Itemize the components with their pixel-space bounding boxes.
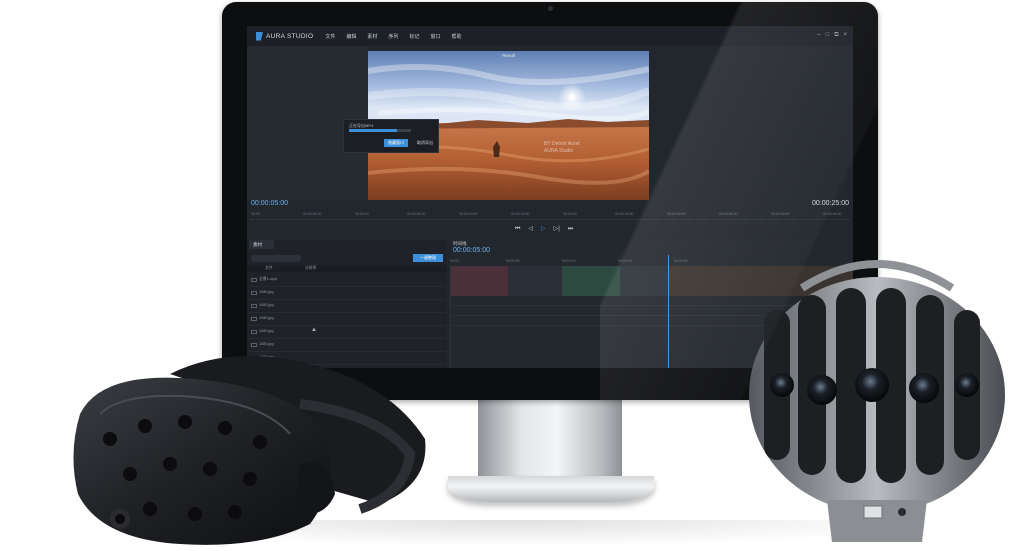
logo-icon xyxy=(256,31,263,41)
col-name: 文件 xyxy=(265,266,273,270)
current-time: 00:00:05:00 xyxy=(251,200,288,207)
product-scene: AURA STUDIO 文件 编辑 素材 序列 标记 窗口 帮助 – □ ⧉ × xyxy=(0,0,1028,551)
file-icon xyxy=(251,330,257,334)
ruler-line xyxy=(251,219,849,220)
col-info: 分辨率 xyxy=(305,266,317,270)
close-icon[interactable]: × xyxy=(843,32,847,38)
timeline-tick-label: 00:00:10 xyxy=(562,259,576,263)
ruler-tick-label: 00:00:05:00 xyxy=(303,212,322,216)
ruler-tick-label: 00:00 xyxy=(251,212,260,216)
skip-back-icon[interactable]: ⏮ xyxy=(515,226,520,233)
timeline-tick-label: 00:00:20 xyxy=(674,259,688,263)
step-back-icon[interactable]: ◁ xyxy=(528,226,533,233)
player-ruler[interactable]: 00:00 00:00:05:00 00:00:10 00:00:05:00 00:00… xyxy=(251,212,849,222)
asset-row[interactable]: 1080.jpg xyxy=(247,313,447,326)
export-progress-bar xyxy=(349,129,411,132)
360-camera xyxy=(749,260,1005,542)
total-time: 00:00:25:00 xyxy=(812,200,849,207)
ruler-tick-label: 00:00:40:00 xyxy=(771,212,790,216)
tab-assets[interactable]: 素材 xyxy=(249,240,274,249)
menu-edit[interactable]: 编辑 xyxy=(346,33,356,40)
asset-row[interactable]: 1080.jpg xyxy=(247,326,447,339)
clip-1[interactable] xyxy=(450,266,508,296)
playhead[interactable] xyxy=(668,255,669,368)
menu-marker[interactable]: 标记 xyxy=(409,33,419,40)
asset-row[interactable]: 1080.jpg xyxy=(247,287,447,300)
maximize-icon[interactable]: □ xyxy=(826,32,830,38)
asset-name: 1080.jpg xyxy=(259,316,274,320)
app-title: AURA STUDIO xyxy=(266,32,314,40)
skip-forward-icon[interactable]: ⏭ xyxy=(568,226,573,233)
ruler-tick-label: 00:00:25:00 xyxy=(615,212,634,216)
cancel-export-button[interactable]: 取消导出 xyxy=(414,139,436,147)
menu-assets[interactable]: 素材 xyxy=(367,33,377,40)
preview-title: Result xyxy=(502,53,515,58)
ruler-tick-label: 00:00:20 xyxy=(563,212,577,216)
asset-name: 1080.jpg xyxy=(259,303,274,307)
timeline-tick-label: 00:00:15 xyxy=(618,259,632,263)
timeline-tick-label: 00:00 xyxy=(450,259,459,263)
timeline-time: 00:00:05:00 xyxy=(453,247,490,254)
title-bar: AURA STUDIO 文件 编辑 素材 序列 标记 窗口 帮助 – □ ⧉ × xyxy=(247,26,853,46)
asset-row[interactable]: 1080.jpg xyxy=(247,300,447,313)
file-icon xyxy=(251,278,257,282)
watermark-line-1: BY Detroit Auret xyxy=(544,141,580,147)
export-dialog: 正在导出MP4 隐藏窗口 取消导出 xyxy=(343,119,439,153)
ruler-tick-label: 00:00:45:00 xyxy=(823,212,842,216)
file-icon xyxy=(251,291,257,295)
asset-search-input[interactable] xyxy=(251,255,301,262)
assets-header: 文件 分辨率 xyxy=(247,265,447,272)
cursor-icon: ▲ xyxy=(311,327,317,333)
watermark-line-2: AURA Studio xyxy=(544,148,574,154)
play-icon[interactable]: ▷ xyxy=(541,226,546,233)
minimize-icon[interactable]: – xyxy=(817,32,820,38)
step-forward-icon[interactable]: ▷| xyxy=(554,226,560,233)
asset-row[interactable]: 全景1.mp4 xyxy=(247,274,447,287)
webcam-dot xyxy=(548,6,553,11)
restore-icon[interactable]: ⧉ xyxy=(834,32,838,38)
file-icon xyxy=(251,317,257,321)
vr-headset xyxy=(73,356,426,545)
clip-2[interactable] xyxy=(562,266,620,296)
transport-controls: ⏮ ◁ ▷ ▷| ⏭ xyxy=(515,226,573,233)
organize-button[interactable]: 一键整理 xyxy=(413,254,443,262)
asset-name: 1080.jpg xyxy=(259,329,274,333)
menu-window[interactable]: 窗口 xyxy=(430,33,440,40)
menu-sequence[interactable]: 序列 xyxy=(388,33,398,40)
window-controls: – □ ⧉ × xyxy=(817,32,847,38)
ruler-tick-label: 00:00:05:00 xyxy=(407,212,426,216)
menu-file[interactable]: 文件 xyxy=(325,33,335,40)
preview-watermark: BY Detroit Auret AURA Studio xyxy=(544,141,580,155)
track-divider xyxy=(450,266,451,368)
ruler-tick-label: 00:00:35:00 xyxy=(719,212,738,216)
hide-window-button[interactable]: 隐藏窗口 xyxy=(384,139,408,147)
export-progress-fill xyxy=(349,129,398,132)
ruler-tick-label: 00:00:15:00 xyxy=(511,212,530,216)
asset-name: 全景1.mp4 xyxy=(259,277,278,281)
timeline-tick-label: 00:00:05 xyxy=(506,259,520,263)
ruler-tick-label: 00:00:30:00 xyxy=(667,212,686,216)
monitor-base xyxy=(448,476,654,502)
asset-name: 1080.jpg xyxy=(259,290,274,294)
monitor-stand xyxy=(478,398,622,480)
app-logo: AURA STUDIO xyxy=(256,31,325,41)
file-icon xyxy=(251,304,257,308)
ruler-tick-label: 00:00:10 xyxy=(355,212,369,216)
ruler-tick-label: 00:00:10:00 xyxy=(459,212,478,216)
menu-help[interactable]: 帮助 xyxy=(451,33,461,40)
